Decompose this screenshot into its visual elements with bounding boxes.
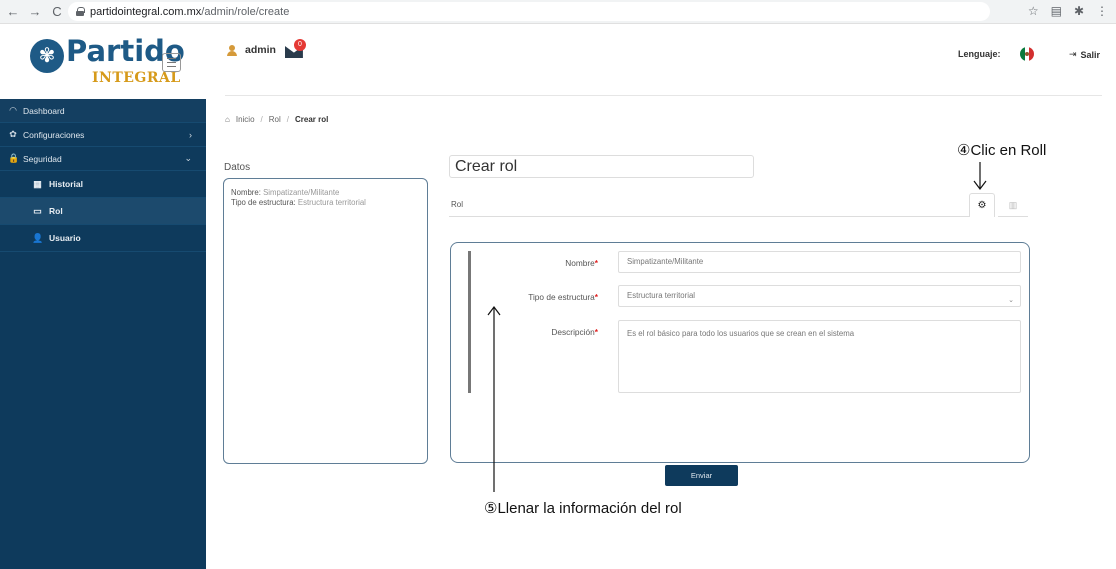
language-label: Lenguaje: xyxy=(958,49,1001,59)
tipo-select[interactable]: Estructura territorial ⌄ xyxy=(618,285,1021,307)
lock-icon: 🔒 xyxy=(8,153,20,163)
sidebar-item-historial[interactable]: ▦ Historial xyxy=(0,171,206,198)
sidebar-item-label: Configuraciones xyxy=(23,129,85,140)
url-path: /admin/role/create xyxy=(201,5,290,18)
sidebar-item-label: Historial xyxy=(49,179,84,189)
sidebar-item-configuraciones[interactable]: ✿ Configuraciones › xyxy=(0,123,206,147)
username: admin xyxy=(245,44,276,56)
annotation-arrow-down xyxy=(973,162,987,190)
forward-button[interactable]: → xyxy=(26,4,44,19)
address-bar[interactable]: partidointegral.com.mx/admin/role/create xyxy=(68,2,990,21)
annotation-step4: ④Clic en Roll xyxy=(957,142,1047,159)
tab-settings[interactable]: ⚙ xyxy=(969,193,995,217)
notification-badge: 0 xyxy=(293,39,306,51)
breadcrumb-separator: / xyxy=(286,115,290,124)
sidebar-item-label: Rol xyxy=(49,206,63,216)
sidebar-item-usuario[interactable]: 👤 Usuario xyxy=(0,225,206,252)
chevron-down-icon: ⌄ xyxy=(1008,297,1014,304)
annotation-arrow-up xyxy=(487,306,501,492)
menu-icon[interactable]: ⋮ xyxy=(1096,4,1108,18)
notifications-button[interactable]: 0 xyxy=(284,39,307,58)
card-icon: ▭ xyxy=(33,205,42,216)
breadcrumb-inicio[interactable]: Inicio xyxy=(236,115,255,124)
tipo-label: Tipo de estructura* xyxy=(528,292,598,302)
tab-divider xyxy=(449,216,969,217)
sidebar-item-label: Usuario xyxy=(49,233,81,243)
datos-tipo-value: Estructura territorial xyxy=(297,198,366,207)
logo-area: ✾ Partido INTEGRAL xyxy=(0,25,206,99)
reading-list-icon[interactable]: ▤ xyxy=(1051,4,1062,18)
calendar-icon: ▦ xyxy=(33,178,42,189)
datos-nombre-key: Nombre: xyxy=(231,188,261,197)
breadcrumb-separator: / xyxy=(260,115,263,124)
logout-button[interactable]: ⇥ Salir xyxy=(1069,49,1100,60)
form-accent-bar xyxy=(468,251,471,393)
page-title: Crear rol xyxy=(449,155,754,178)
extensions-icon[interactable]: ✱ xyxy=(1074,4,1084,18)
menu-toggle-button[interactable] xyxy=(162,53,181,72)
sidebar-item-label: Dashboard xyxy=(23,105,65,116)
logout-label: Salir xyxy=(1080,49,1101,60)
breadcrumb-current: Crear rol xyxy=(295,115,329,124)
breadcrumb-rol[interactable]: Rol xyxy=(269,115,281,124)
logout-icon: ⇥ xyxy=(1069,49,1077,59)
dashboard-icon: ◠ xyxy=(9,105,17,115)
sidebar-item-rol[interactable]: ▭ Rol xyxy=(0,198,206,225)
mexico-flag-icon[interactable] xyxy=(1020,47,1034,61)
sidebar-item-dashboard[interactable]: ◠ Dashboard xyxy=(0,99,206,123)
star-icon[interactable]: ☆ xyxy=(1028,4,1039,18)
tipo-select-value: Estructura territorial xyxy=(627,291,696,300)
reload-button[interactable]: C xyxy=(48,4,66,19)
logo-sub: INTEGRAL xyxy=(92,70,181,86)
sidebar-item-label: Seguridad xyxy=(23,153,62,164)
nombre-input[interactable]: Simpatizante/Militante xyxy=(618,251,1021,273)
browser-toolbar: ← → C partidointegral.com.mx/admin/role/… xyxy=(0,0,1116,24)
submit-button[interactable]: Enviar xyxy=(665,465,738,486)
datos-summary: Nombre: Simpatizante/Militante Tipo de e… xyxy=(223,178,428,464)
divider xyxy=(225,95,1102,96)
sidebar-item-seguridad[interactable]: 🔒 Seguridad ⌄ xyxy=(0,147,206,171)
url-host: partidointegral.com.mx xyxy=(90,5,202,18)
lock-icon xyxy=(76,7,85,16)
annotation-step5: ⑤Llenar la información del rol xyxy=(484,500,682,517)
chevron-right-icon: › xyxy=(189,129,192,140)
datos-nombre-value: Simpatizante/Militante xyxy=(263,188,340,197)
logo-icon: ✾ xyxy=(30,39,64,73)
gear-icon: ✿ xyxy=(9,129,17,139)
datos-title: Datos xyxy=(224,162,251,173)
nombre-label: Nombre* xyxy=(565,258,598,268)
section-label: Rol xyxy=(451,200,464,209)
back-button[interactable]: ← xyxy=(4,4,22,19)
chevron-down-icon: ⌄ xyxy=(184,153,192,163)
datos-tipo-key: Tipo de estructura: xyxy=(231,198,296,207)
descripcion-textarea[interactable]: Es el rol básico para todo los usuarios … xyxy=(618,320,1021,393)
descripcion-label: Descripción* xyxy=(551,327,598,337)
role-form: Nombre* Simpatizante/Militante Tipo de e… xyxy=(450,242,1030,463)
user-icon: 👤 xyxy=(32,232,44,243)
tab-map[interactable]: ▥ xyxy=(998,193,1028,217)
breadcrumb: ⌂ Inicio / Rol / Crear rol xyxy=(225,115,328,124)
user-menu[interactable]: admin 0 xyxy=(227,39,307,58)
user-icon xyxy=(227,44,237,56)
sidebar: ✾ Partido INTEGRAL ◠ Dashboard ✿ Configu… xyxy=(0,25,206,569)
home-icon: ⌂ xyxy=(225,115,230,124)
